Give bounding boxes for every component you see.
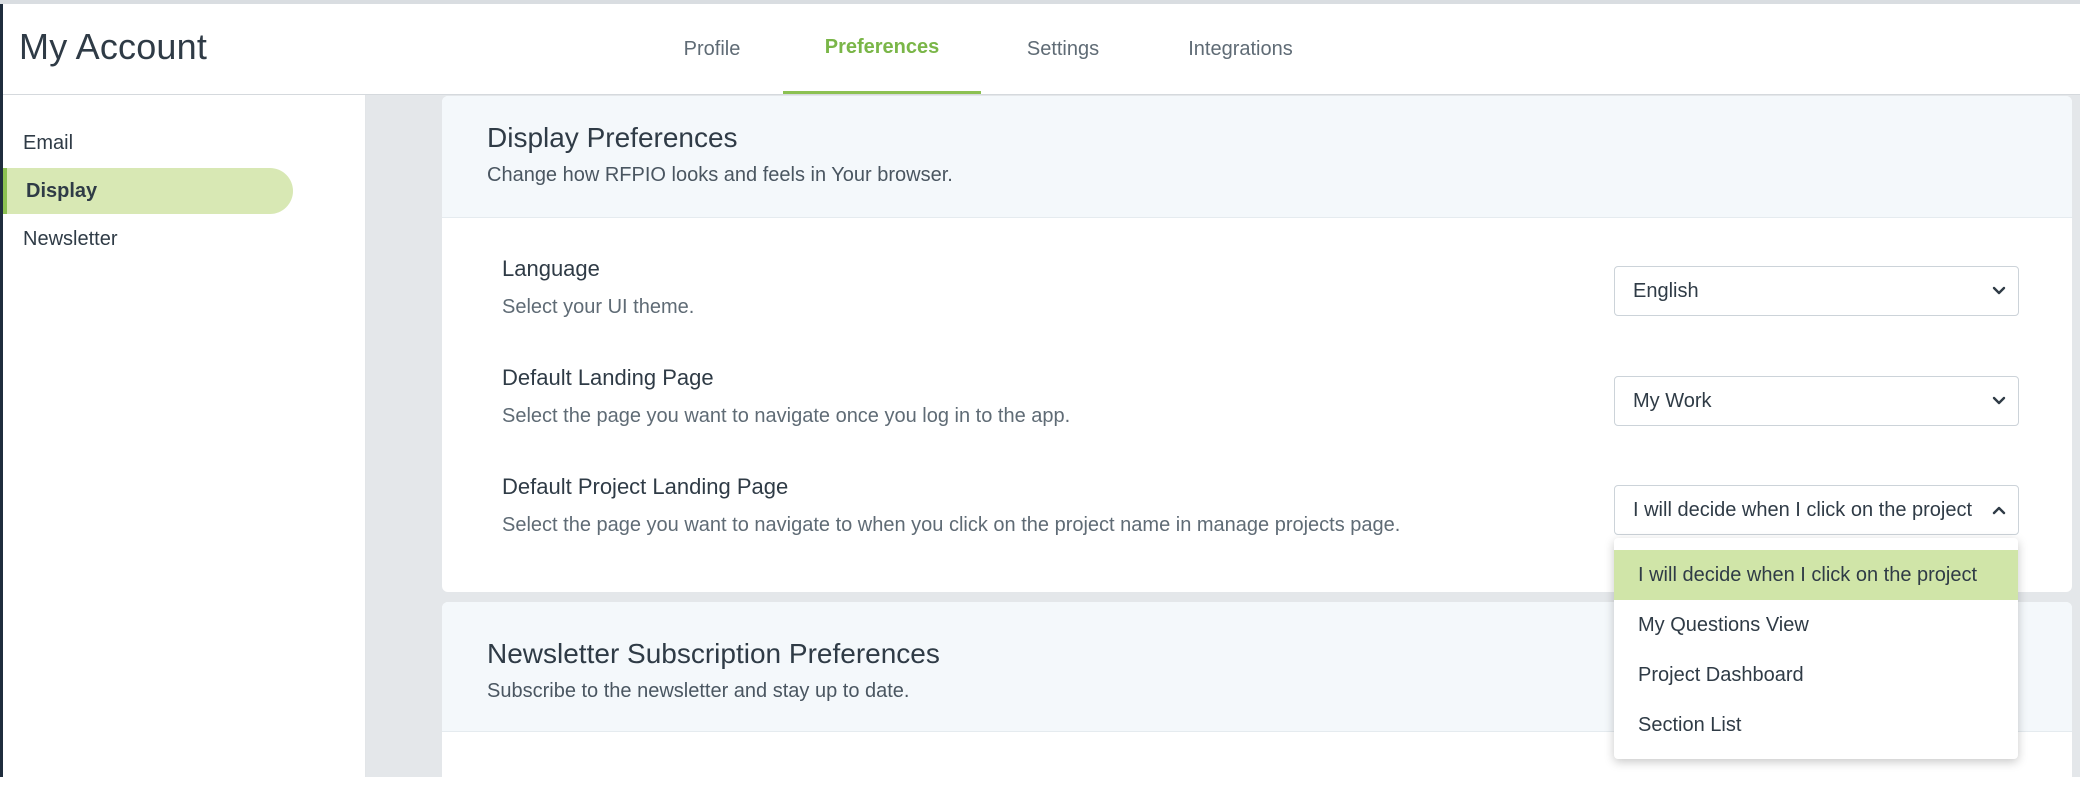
dropdown-option-section-list[interactable]: Section List xyxy=(1614,700,2018,750)
project-landing-page-dropdown: I will decide when I click on the projec… xyxy=(1614,538,2018,759)
landing-page-pref: Default Landing Page Select the page you… xyxy=(502,365,1070,428)
language-label: Language xyxy=(502,256,600,281)
project-landing-page-select-value: I will decide when I click on the projec… xyxy=(1633,498,1973,521)
dropdown-option-decide[interactable]: I will decide when I click on the projec… xyxy=(1614,550,2018,600)
project-landing-page-description: Select the page you want to navigate to … xyxy=(502,514,1401,536)
chevron-down-icon xyxy=(1992,286,2006,295)
dropdown-option-my-questions-view[interactable]: My Questions View xyxy=(1614,600,2018,650)
sidebar-item-display[interactable]: Display xyxy=(3,168,293,214)
project-landing-page-label: Default Project Landing Page xyxy=(502,474,789,499)
sidebar-item-email[interactable]: Email xyxy=(3,120,293,166)
landing-page-select[interactable]: My Work xyxy=(1614,376,2019,426)
language-select[interactable]: English xyxy=(1614,266,2019,316)
display-card-header: Display Preferences Change how RFPIO loo… xyxy=(442,96,2072,218)
language-select-value: English xyxy=(1633,279,1699,302)
tab-preferences[interactable]: Preferences xyxy=(783,4,981,94)
tab-profile[interactable]: Profile xyxy=(633,4,791,94)
display-preferences-card: Display Preferences Change how RFPIO loo… xyxy=(442,96,2072,592)
landing-page-label: Default Landing Page xyxy=(502,365,714,390)
chevron-down-icon xyxy=(1992,396,2006,405)
project-landing-page-select[interactable]: I will decide when I click on the projec… xyxy=(1614,485,2019,535)
language-pref: Language Select your UI theme. xyxy=(502,256,694,319)
tab-settings[interactable]: Settings xyxy=(993,4,1133,94)
tab-integrations[interactable]: Integrations xyxy=(1163,4,1318,94)
project-landing-page-pref: Default Project Landing Page Select the … xyxy=(502,474,1400,537)
page-header: My Account Profile Preferences Settings … xyxy=(3,4,2080,95)
display-card-subtitle: Change how RFPIO looks and feels in Your… xyxy=(487,164,953,186)
language-description: Select your UI theme. xyxy=(502,296,695,318)
landing-page-description: Select the page you want to navigate onc… xyxy=(502,405,1071,427)
landing-page-select-value: My Work xyxy=(1633,389,1712,412)
page-title: My Account xyxy=(19,26,208,67)
sidebar: Email Display Newsletter xyxy=(3,95,366,777)
dropdown-option-project-dashboard[interactable]: Project Dashboard xyxy=(1614,650,2018,700)
chevron-up-icon xyxy=(1992,506,2006,515)
sidebar-item-newsletter[interactable]: Newsletter xyxy=(3,216,293,262)
display-card-title: Display Preferences xyxy=(487,122,738,153)
